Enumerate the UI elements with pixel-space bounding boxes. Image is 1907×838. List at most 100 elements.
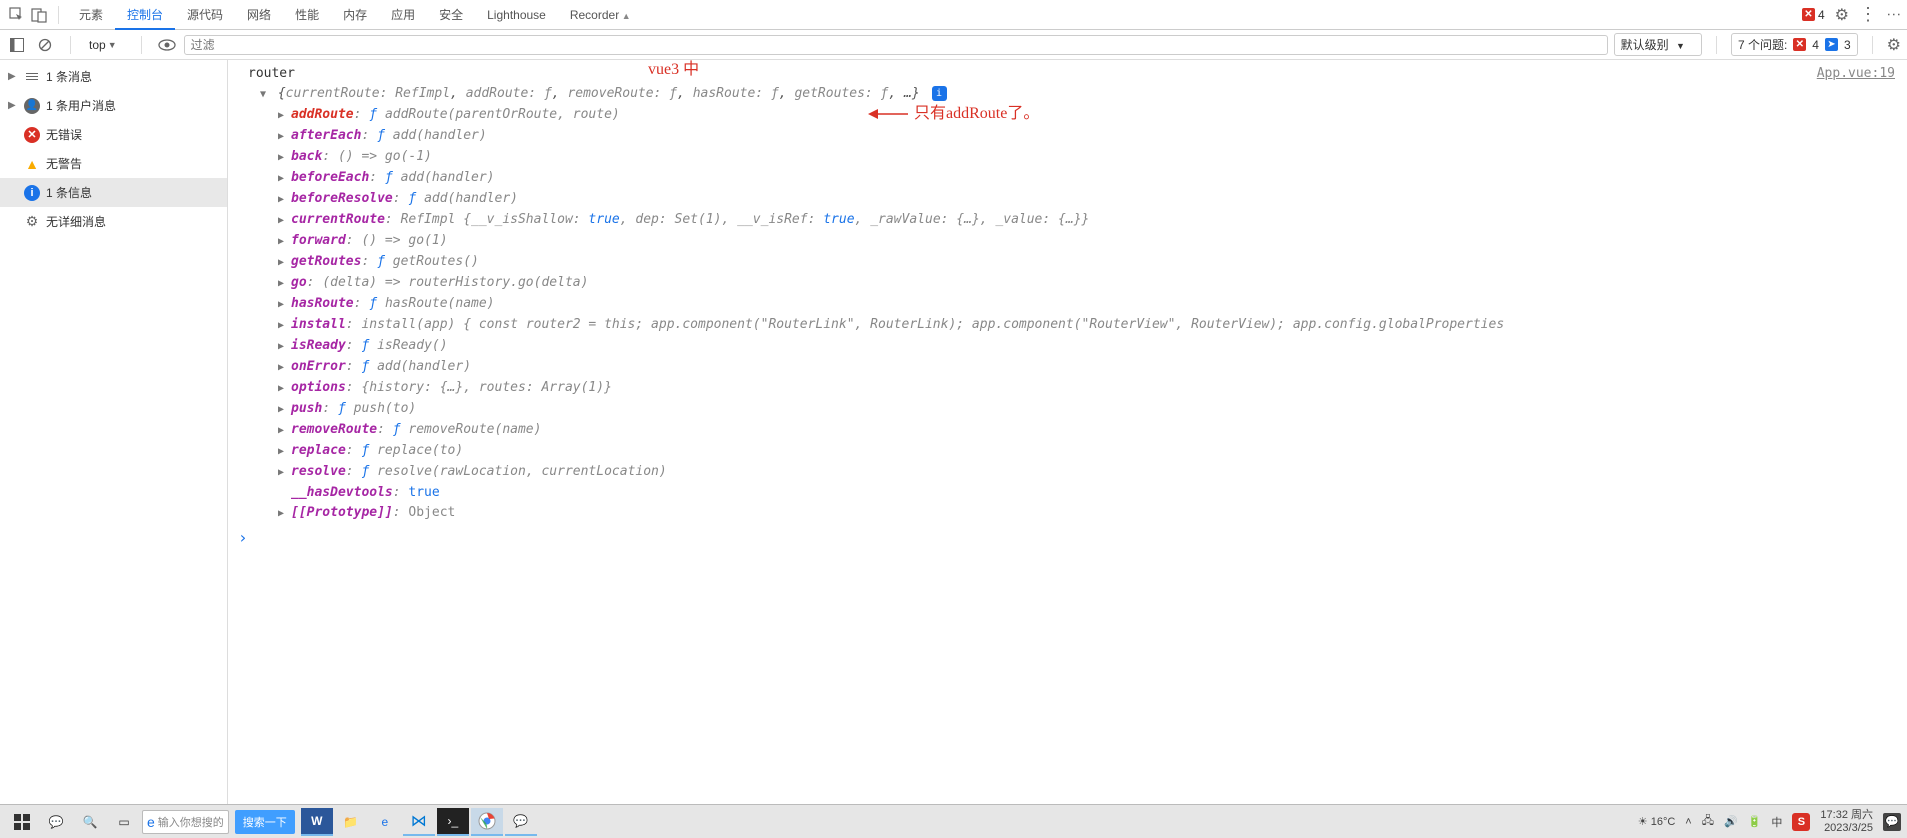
log-root-label[interactable]: router [248, 64, 1907, 84]
object-property-row[interactable]: ▶onError: ƒ add(handler) [248, 357, 1907, 378]
inspect-element-icon[interactable] [6, 4, 28, 26]
object-property-row[interactable]: ▶hasRoute: ƒ hasRoute(name) [248, 294, 1907, 315]
expand-icon[interactable]: ▶ [278, 232, 288, 252]
object-summary-row[interactable]: ▼ {currentRoute: RefImpl, addRoute: ƒ, r… [248, 84, 1907, 105]
panel-tab-源代码[interactable]: 源代码 [175, 0, 235, 30]
panel-tab-recorder[interactable]: Recorder ▲ [558, 0, 643, 30]
more-icon[interactable]: ⋮ [1859, 4, 1877, 25]
object-property-row[interactable]: ▶install: install(app) { const router2 =… [248, 315, 1907, 336]
expand-icon[interactable]: ▶ [278, 358, 288, 378]
notification-icon[interactable]: 💬 [1883, 813, 1901, 831]
expand-icon: ▶ [8, 71, 18, 82]
battery-icon[interactable]: 🔋 [1748, 815, 1762, 828]
sidebar-toggle-icon[interactable] [6, 34, 28, 56]
object-property-row[interactable]: ▶forward: () => go(1) [248, 231, 1907, 252]
clear-console-icon[interactable] [34, 34, 56, 56]
weather-widget[interactable]: ☀ 16°C [1638, 815, 1676, 828]
device-toolbar-icon[interactable] [28, 4, 50, 26]
object-property-row[interactable]: ▶getRoutes: ƒ getRoutes() [248, 252, 1907, 273]
sidebar-item[interactable]: ▲无警告 [0, 149, 227, 178]
expand-icon[interactable]: ▶ [278, 337, 288, 357]
expand-icon[interactable]: ▶ [278, 400, 288, 420]
tray-expand-icon[interactable]: ˄ [1685, 816, 1691, 828]
expand-icon[interactable]: ▶ [278, 148, 288, 168]
wechat-icon[interactable]: 💬 [505, 808, 537, 836]
clock[interactable]: 17:32 周六 2023/3/25 [1820, 809, 1873, 835]
sidebar-item[interactable]: i1 条信息 [0, 178, 227, 207]
console-prompt[interactable]: › [228, 528, 1907, 548]
sogou-icon[interactable]: S [1792, 813, 1810, 831]
console-settings-icon[interactable]: ⚙ [1887, 35, 1901, 55]
dock-icon[interactable]: ⋮ [1886, 8, 1903, 22]
object-property-row[interactable]: ▶go: (delta) => routerHistory.go(delta) [248, 273, 1907, 294]
expand-icon[interactable]: ▶ [278, 442, 288, 462]
expand-icon[interactable]: ▶ [278, 316, 288, 336]
object-property-row[interactable]: ▶isReady: ƒ isReady() [248, 336, 1907, 357]
sidebar-item[interactable]: ▶👤1 条用户消息 [0, 91, 227, 120]
expand-icon[interactable]: ▶ [278, 421, 288, 441]
object-property-row[interactable]: ▶afterEach: ƒ add(handler) [248, 126, 1907, 147]
object-property-row[interactable]: ▶[[Prototype]]: Object [248, 503, 1907, 524]
explorer-icon[interactable]: 📁 [335, 808, 367, 836]
terminal-icon[interactable]: ›_ [437, 808, 469, 836]
info-badge-icon[interactable]: i [932, 86, 947, 101]
object-property-row[interactable]: ▶removeRoute: ƒ removeRoute(name) [248, 420, 1907, 441]
object-property-row[interactable]: ▶options: {history: {…}, routes: Array(1… [248, 378, 1907, 399]
expand-icon[interactable]: ▶ [278, 274, 288, 294]
sidebar-item[interactable]: ✕无错误 [0, 120, 227, 149]
task-view-icon[interactable]: ▭ [108, 808, 140, 836]
panel-tab-应用[interactable]: 应用 [379, 0, 427, 30]
volume-icon[interactable]: 🔊 [1724, 815, 1738, 828]
object-property-row[interactable]: ▶back: () => go(-1) [248, 147, 1907, 168]
log-level-selector[interactable]: 默认级别 ▼ [1614, 33, 1702, 56]
panel-tab-内存[interactable]: 内存 [331, 0, 379, 30]
object-property-row[interactable]: ▶resolve: ƒ resolve(rawLocation, current… [248, 462, 1907, 483]
console-output[interactable]: App.vue:19 vue3 中 只有addRoute了。 router ▼ … [228, 60, 1907, 804]
issues-error-count: 4 [1812, 38, 1819, 52]
filter-input[interactable] [184, 35, 1608, 55]
object-property-row[interactable]: ▶currentRoute: RefImpl {__v_isShallow: t… [248, 210, 1907, 231]
expand-icon[interactable]: ▶ [278, 295, 288, 315]
panel-tab-元素[interactable]: 元素 [67, 0, 115, 30]
expand-icon[interactable]: ▶ [278, 379, 288, 399]
sidebar-item[interactable]: ▶1 条消息 [0, 62, 227, 91]
panel-tab-安全[interactable]: 安全 [427, 0, 475, 30]
word-icon[interactable]: W [301, 808, 333, 836]
ie-icon[interactable]: e [369, 808, 401, 836]
expand-icon[interactable]: ▶ [278, 106, 288, 126]
search-button[interactable]: 搜索一下 [235, 810, 295, 834]
object-property-row[interactable]: ▶addRoute: ƒ addRoute(parentOrRoute, rou… [248, 105, 1907, 126]
expand-icon[interactable]: ▶ [278, 169, 288, 189]
error-indicator[interactable]: ✕ 4 [1802, 8, 1825, 22]
taskbar-search[interactable]: e 输入你想搜的 [142, 810, 229, 834]
expand-icon[interactable]: ▶ [278, 127, 288, 147]
issues-indicator[interactable]: 7 个问题: ✕4 ➤3 [1731, 33, 1858, 56]
search-icon[interactable]: 🔍 [74, 808, 106, 836]
context-selector[interactable]: top ▼ [85, 38, 127, 52]
object-property-row[interactable]: __hasDevtools: true [248, 483, 1907, 503]
panel-tab-性能[interactable]: 性能 [283, 0, 331, 30]
object-property-row[interactable]: ▶push: ƒ push(to) [248, 399, 1907, 420]
expand-icon[interactable]: ▼ [260, 85, 270, 105]
expand-icon[interactable]: ▶ [278, 253, 288, 273]
panel-tab-网络[interactable]: 网络 [235, 0, 283, 30]
ime-icon[interactable]: 中 [1771, 814, 1782, 830]
source-link[interactable]: App.vue:19 [1817, 64, 1895, 84]
vscode-icon[interactable]: ⋈ [403, 808, 435, 836]
expand-icon[interactable]: ▶ [278, 504, 288, 524]
expand-icon[interactable]: ▶ [278, 211, 288, 231]
start-button[interactable] [6, 808, 38, 836]
object-property-row[interactable]: ▶replace: ƒ replace(to) [248, 441, 1907, 462]
chat-icon[interactable]: 💬 [40, 808, 72, 836]
sidebar-item[interactable]: ⚙无详细消息 [0, 207, 227, 236]
settings-icon[interactable]: ⚙ [1835, 5, 1849, 25]
panel-tab-控制台[interactable]: 控制台 [115, 0, 175, 30]
object-property-row[interactable]: ▶beforeEach: ƒ add(handler) [248, 168, 1907, 189]
expand-icon[interactable]: ▶ [278, 463, 288, 483]
expand-icon[interactable]: ▶ [278, 190, 288, 210]
panel-tab-lighthouse[interactable]: Lighthouse [475, 0, 558, 30]
network-icon[interactable]: 🖧 [1702, 812, 1714, 831]
object-property-row[interactable]: ▶beforeResolve: ƒ add(handler) [248, 189, 1907, 210]
chrome-icon[interactable] [471, 808, 503, 836]
live-expression-icon[interactable] [156, 34, 178, 56]
